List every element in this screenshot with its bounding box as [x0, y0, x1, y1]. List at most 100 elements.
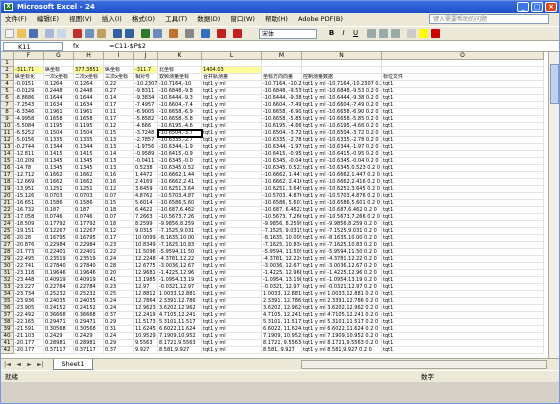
row-header-10[interactable]: 10	[1, 123, 14, 130]
cell-I6[interactable]: 0.14	[104, 95, 134, 102]
cell-J5[interactable]: -9.8311	[134, 88, 158, 95]
cell-H38[interactable]: 0.29471	[74, 319, 104, 326]
first-sheet-icon[interactable]: |◄	[3, 361, 12, 369]
cell-H33[interactable]: 0.22784	[74, 284, 104, 291]
cell-L15[interactable]: tqt1 y ml	[202, 158, 262, 165]
cell-N34[interactable]: tqt1 y ml 1.0033,12.881 0.2 0	[302, 291, 382, 298]
cell-G3[interactable]: 一次x坐标	[44, 74, 74, 81]
row-header-3[interactable]: 3	[1, 74, 14, 81]
column-header-N[interactable]: N	[302, 52, 382, 60]
row-header-18[interactable]: 18	[1, 179, 14, 186]
cell-F14[interactable]: -12.811	[14, 151, 44, 158]
cell-N22[interactable]: tqt1 y ml -10.687,6.462 0.2 0	[302, 207, 382, 214]
cell-F25[interactable]: -19.151	[14, 228, 44, 235]
cell-G17[interactable]: 0.1662	[44, 172, 74, 179]
cell-G34[interactable]: 0.25232	[44, 291, 74, 298]
cell-H11[interactable]: 0.1504	[74, 130, 104, 137]
cell-F35[interactable]: -23.936	[14, 298, 44, 305]
help-icon[interactable]	[201, 29, 210, 38]
spreadsheet-grid[interactable]: F G H I J K L M N O 1 2 -311.71 纵坐标 377.3851 纵坐标 -311.7 北…	[1, 52, 549, 358]
next-sheet-icon[interactable]: ►	[25, 361, 34, 369]
cell-K5[interactable]: -10.6848,-9.8	[158, 88, 202, 95]
cell-G29[interactable]: 0.23519	[44, 256, 74, 263]
cell-F5[interactable]: -0.0129	[14, 88, 44, 95]
cell-I4[interactable]: 0.22	[104, 81, 134, 88]
cell-L23[interactable]: tqt1 y ml	[202, 214, 262, 221]
cell-M24[interactable]: -9.9856, 8.2599	[262, 221, 302, 228]
cell-G18[interactable]: 0.1662	[44, 179, 74, 186]
row-header-28[interactable]: 28	[1, 249, 14, 256]
cell-M41[interactable]: 8.1721, 9.5563	[262, 340, 302, 347]
cell-I25[interactable]: 0.12	[104, 228, 134, 235]
row-header-13[interactable]: 13	[1, 144, 14, 151]
cell-L42[interactable]: tqt1 y ml	[202, 347, 262, 354]
cell-I7[interactable]: 0.17	[104, 102, 134, 109]
cell-L31[interactable]: tqt1 y ml	[202, 270, 262, 277]
cell-N5[interactable]: tqt1 y ml -10.6848,-9.53 0.2 0	[302, 88, 382, 95]
cell-F31[interactable]: -23.118	[14, 270, 44, 277]
cell-L8[interactable]: tqt1 y ml	[202, 109, 262, 116]
cell-G33[interactable]: 0.22784	[44, 284, 74, 291]
cell-F21[interactable]: -16.651	[14, 200, 44, 207]
cell-J23[interactable]: 7.2663	[134, 214, 158, 221]
cell-G39[interactable]: 0.30568	[44, 326, 74, 333]
row-header-37[interactable]: 37	[1, 312, 14, 319]
cell-M17[interactable]: -10.6662, 1.4472	[262, 172, 302, 179]
cell-M20[interactable]: -10.5703, 4.8762	[262, 193, 302, 200]
cell-I19[interactable]: 0.12	[104, 186, 134, 193]
cell-F22[interactable]: -16.732	[14, 207, 44, 214]
cell-J9[interactable]: -5.8582	[134, 116, 158, 123]
cell-N21[interactable]: tqt1 y ml -10.6586,5.601 0.2 0	[302, 200, 382, 207]
cell-O32[interactable]: tqt1	[382, 277, 544, 284]
cell-K35[interactable]: 2.3391,12.786	[158, 298, 202, 305]
cell-K2[interactable]: 北坐标	[158, 67, 202, 74]
cell-N10[interactable]: tqt1 y ml -10.6195,-4.66 0.2 0	[302, 123, 382, 130]
row-header-40[interactable]: 40	[1, 333, 14, 340]
cell-O13[interactable]: tqt1	[382, 144, 544, 151]
cell-O4[interactable]: tqt1	[382, 81, 544, 88]
cell-M40[interactable]: 7.1909, 10.9529	[262, 333, 302, 340]
cell-H42[interactable]: 0.37117	[74, 347, 104, 354]
cell-J16[interactable]: 0.5238	[134, 165, 158, 172]
cell-K25[interactable]: -7.1525,9.031	[158, 228, 202, 235]
cut-icon[interactable]	[73, 29, 82, 38]
cell-M36[interactable]: 3.6202, 12.9623	[262, 305, 302, 312]
cell-H26[interactable]: 0.16795	[74, 235, 104, 242]
cell-L30[interactable]: tqt1 y ml	[202, 263, 262, 270]
cell-L1[interactable]	[202, 60, 262, 67]
cell-G30[interactable]: 0.27840	[44, 263, 74, 270]
cell-F16[interactable]: -14.78	[14, 165, 44, 172]
cell-I13[interactable]: 0.13	[104, 144, 134, 151]
cell-H18[interactable]: 0.1662	[74, 179, 104, 186]
cell-L25[interactable]: tqt1 y ml	[202, 228, 262, 235]
cell-G26[interactable]: 0.16795	[44, 235, 74, 242]
cell-J15[interactable]: -0.0411	[134, 158, 158, 165]
cell-M1[interactable]	[262, 60, 302, 67]
cell-L16[interactable]: tqt1 y ml	[202, 165, 262, 172]
cell-G1[interactable]	[44, 60, 74, 67]
save-icon[interactable]	[29, 29, 38, 38]
cell-M38[interactable]: 5.3101, 11.5173	[262, 319, 302, 326]
row-header-23[interactable]: 23	[1, 214, 14, 221]
cell-I8[interactable]: 0.11	[104, 109, 134, 116]
cell-L19[interactable]: tqt1 y ml	[202, 186, 262, 193]
cell-G31[interactable]: 0.19646	[44, 270, 74, 277]
cell-H40[interactable]: 0.2429	[74, 333, 104, 340]
cell-I42[interactable]: 0.37	[104, 347, 134, 354]
cell-I5[interactable]: 0.27	[104, 88, 134, 95]
cell-J12[interactable]: -2.7857	[134, 137, 158, 144]
cell-H23[interactable]: 0.0746	[74, 214, 104, 221]
cell-L6[interactable]: tqt1 y ml	[202, 95, 262, 102]
cell-G14[interactable]: 0.1415	[44, 151, 74, 158]
cell-H30[interactable]: 0.27840	[74, 263, 104, 270]
cell-H20[interactable]: 0.0703	[74, 193, 104, 200]
cell-H25[interactable]: 0.12267	[74, 228, 104, 235]
cell-I37[interactable]: 0.37	[104, 312, 134, 319]
cell-H3[interactable]: 二次x坐标	[74, 74, 104, 81]
cell-M3[interactable]: 坐标方向向量	[262, 74, 302, 81]
column-header-O[interactable]: O	[382, 52, 544, 60]
cell-L27[interactable]: tqt1 y ml	[202, 242, 262, 249]
row-header-25[interactable]: 25	[1, 228, 14, 235]
cell-I22[interactable]: 0.18	[104, 207, 134, 214]
align-right-icon[interactable]	[391, 29, 400, 38]
